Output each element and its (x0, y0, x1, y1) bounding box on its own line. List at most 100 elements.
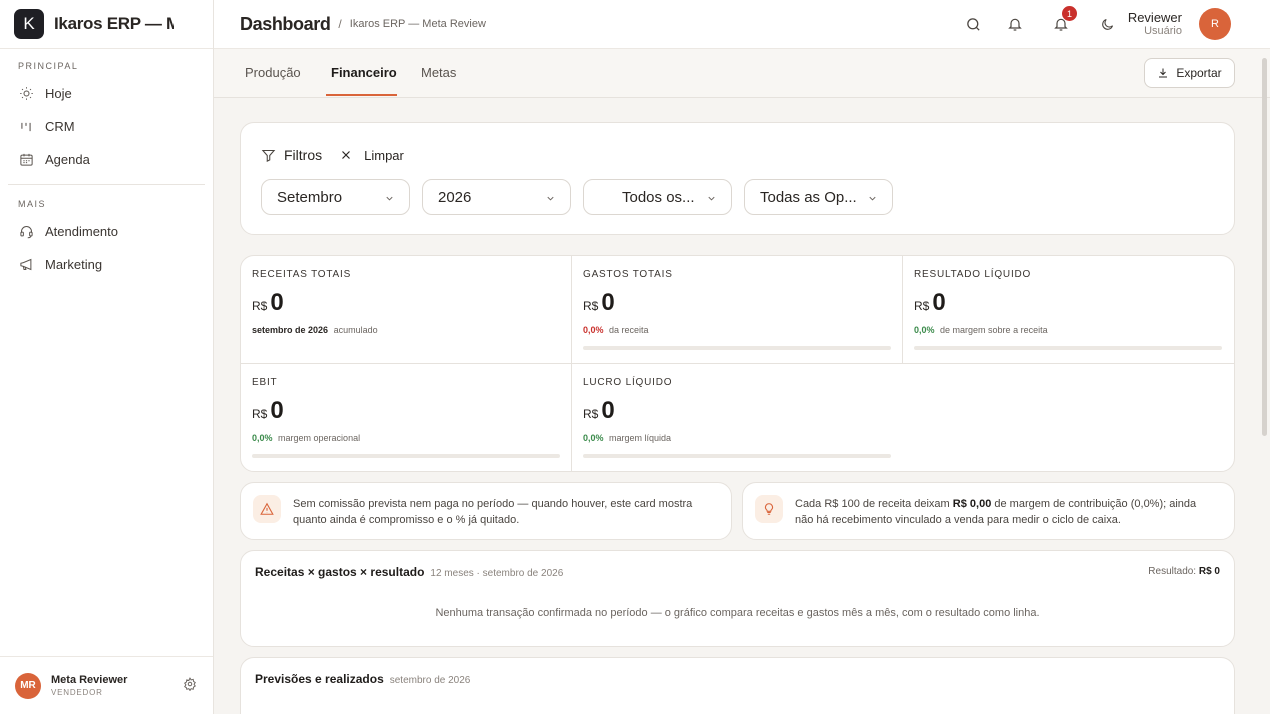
kpi-sub-text: margem operacional (278, 433, 361, 443)
sidebar-item-label: Hoje (45, 86, 72, 101)
kpi-value: R$ 0 (583, 289, 615, 317)
kpi-percent: 0,0% (914, 325, 935, 335)
sidebar-item-hoje[interactable]: Hoje (0, 77, 213, 110)
commission-note-text: Sem comissão prevista nem paga no períod… (293, 496, 692, 528)
kpi-receitas-totais: RECEITAS TOTAIS R$ 0 setembro de 2026 ac… (241, 256, 571, 364)
sidebar-item-agenda[interactable]: Agenda (0, 143, 213, 176)
sidebar-item-atendimento[interactable]: Atendimento (0, 215, 213, 248)
kpi-lucro-liquido: LUCRO LÍQUIDO R$ 0 0,0% margem líquida (572, 364, 902, 471)
chevron-down-icon (384, 191, 395, 208)
tab-bar: Produção Financeiro Metas Exportar (214, 49, 1270, 98)
bell-outline-icon[interactable] (1006, 15, 1024, 33)
brand-logo: K (14, 9, 44, 39)
chart-result-value: R$ 0 (1198, 566, 1220, 577)
avatar[interactable]: R (1199, 8, 1231, 40)
kpi-resultado-liquido: RESULTADO LÍQUIDO R$ 0 0,0% de margem so… (903, 256, 1234, 364)
kpi-number: 0 (601, 289, 615, 316)
header-user-role: Usuário (1144, 25, 1182, 37)
kpi-currency: R$ (583, 407, 599, 421)
lightbulb-icon (755, 495, 783, 523)
kpi-currency: R$ (583, 299, 599, 313)
forecast-card: Previsões e realizados setembro de 2026 (240, 657, 1235, 714)
kpi-label: GASTOS TOTAIS (583, 269, 673, 280)
kpi-subtitle: 0,0% margem líquida (583, 433, 671, 443)
notification-badge: 1 (1062, 6, 1077, 21)
kpi-sub-text: da receita (609, 325, 649, 335)
clear-filters-label: Limpar (364, 147, 404, 163)
sidebar-user-role: VENDEDOR (51, 688, 103, 697)
kpi-sub-text: acumulado (333, 325, 378, 335)
margin-note-card: Cada R$ 100 de receita deixam R$ 0,00 de… (742, 482, 1235, 540)
chart-card-title: Receitas × gastos × resultado 12 meses · … (255, 565, 563, 579)
sidebar-item-label: Atendimento (45, 224, 118, 239)
filter-icon (261, 148, 276, 163)
year-select[interactable]: 2026 (422, 179, 571, 215)
tab-producao[interactable]: Produção (245, 65, 301, 80)
notifications-bell-icon[interactable]: 1 (1052, 6, 1077, 33)
month-select[interactable]: Setembro (261, 179, 410, 215)
clear-filters-button[interactable]: Limpar (340, 148, 404, 163)
sidebar: K Ikaros ERP — M PRINCIPAL Hoje CRM Agen… (0, 0, 214, 714)
tab-financeiro[interactable]: Financeiro (331, 65, 397, 80)
breadcrumb[interactable]: Ikaros ERP — Meta Review (350, 18, 486, 30)
kpi-progress-bar (252, 454, 560, 458)
sidebar-item-label: CRM (45, 119, 75, 134)
kpi-number: 0 (601, 397, 615, 424)
gear-icon[interactable] (183, 677, 197, 696)
kpi-sub-text: de margem sobre a receita (940, 325, 1048, 335)
filters-header: Filtros Limpar (261, 147, 404, 163)
sidebar-item-marketing[interactable]: Marketing (0, 248, 213, 281)
margin-note-text: Cada R$ 100 de receita deixam R$ 0,00 de… (795, 496, 1196, 528)
brand[interactable]: K Ikaros ERP — M (0, 0, 213, 49)
sidebar-divider (8, 184, 205, 185)
filters-card: Filtros Limpar Setembro 2026 Todos os...… (240, 122, 1235, 235)
year-select-value: 2026 (438, 188, 472, 206)
options-select[interactable]: Todas as Op... (744, 179, 893, 215)
forecast-subtitle: setembro de 2026 (389, 675, 471, 686)
page-title: Dashboard (240, 13, 331, 34)
kpi-percent: 0,0% (583, 325, 604, 335)
warning-icon (253, 495, 281, 523)
chart-empty-message: Nenhuma transação confirmada no período … (435, 607, 1040, 619)
note-text-highlight: R$ 0,00 (952, 498, 992, 510)
megaphone-icon (18, 257, 34, 273)
note-text-part: de margem de contribuição (0,0%); ainda (994, 498, 1197, 510)
all-select[interactable]: Todos os... (583, 179, 732, 215)
export-label: Exportar (1176, 66, 1222, 80)
kpi-number: 0 (270, 289, 284, 316)
options-select-value: Todas as Op... (760, 188, 857, 206)
kpi-label: RECEITAS TOTAIS (252, 269, 352, 280)
breadcrumb-separator: / (338, 17, 342, 31)
chevron-down-icon (545, 191, 556, 208)
header-user[interactable]: Reviewer Usuário (1128, 10, 1182, 37)
note-line: Cada R$ 100 de receita deixam R$ 0,00 de… (795, 496, 1196, 512)
kpi-value: R$ 0 (252, 397, 284, 425)
kpi-progress-bar (914, 346, 1222, 350)
kpi-progress-bar (583, 346, 891, 350)
kpi-grid: RECEITAS TOTAIS R$ 0 setembro de 2026 ac… (240, 255, 1235, 472)
filters-title: Filtros (284, 147, 323, 163)
kpi-percent: 0,0% (252, 433, 273, 443)
kpi-value: R$ 0 (914, 289, 946, 317)
moon-icon[interactable] (1098, 15, 1116, 33)
kpi-subtitle: setembro de 2026 acumulado (252, 325, 378, 335)
forecast-card-title: Previsões e realizados setembro de 2026 (255, 672, 470, 686)
sidebar-item-crm[interactable]: CRM (0, 110, 213, 143)
export-button[interactable]: Exportar (1144, 58, 1235, 88)
note-line: Sem comissão prevista nem paga no períod… (293, 498, 693, 510)
download-icon (1157, 67, 1169, 79)
all-select-value: Todos os... (622, 188, 695, 206)
sidebar-item-label: Agenda (45, 152, 90, 167)
commission-note-card: Sem comissão prevista nem paga no períod… (240, 482, 732, 540)
avatar: MR (15, 672, 41, 699)
sidebar-user[interactable]: MR Meta Reviewer VENDEDOR (0, 656, 213, 714)
tab-metas[interactable]: Metas (421, 65, 456, 80)
page-scrollbar[interactable] (1262, 58, 1267, 436)
brand-name: Ikaros ERP — M (54, 14, 174, 33)
section-label-principal: PRINCIPAL (18, 61, 79, 71)
kpi-currency: R$ (252, 299, 268, 313)
kpi-subtitle: 0,0% margem operacional (252, 433, 360, 443)
note-text-part: Cada R$ 100 de receita deixam (795, 498, 950, 510)
search-icon[interactable] (964, 15, 982, 33)
kpi-currency: R$ (252, 407, 268, 421)
